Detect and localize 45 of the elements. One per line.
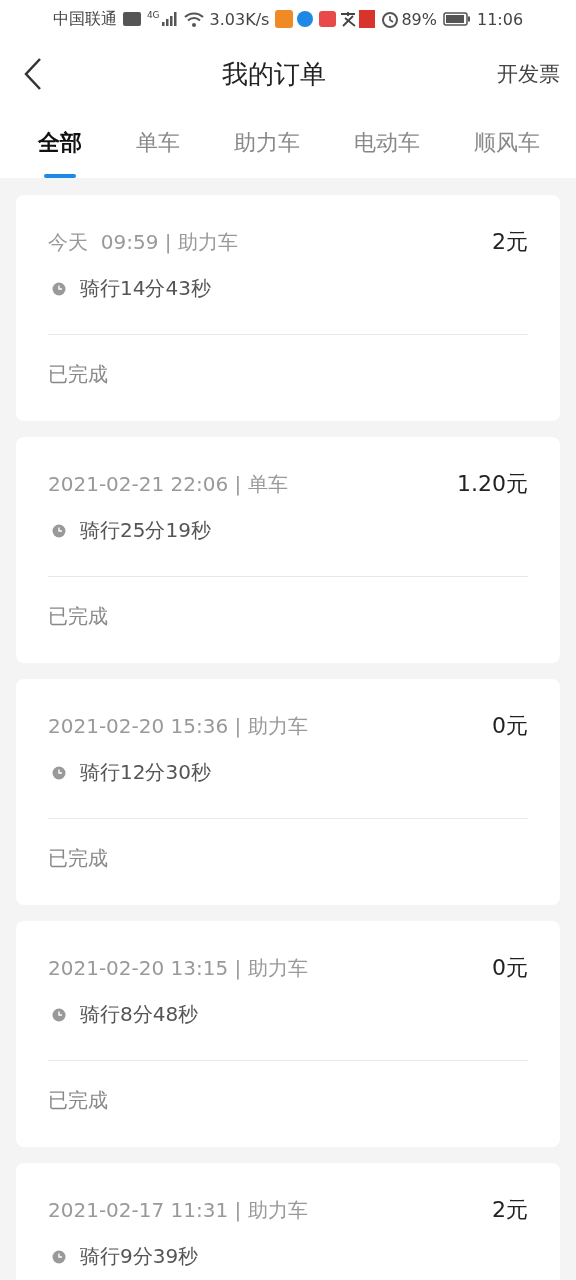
ride-duration: 骑行14分43秒 bbox=[80, 275, 211, 302]
order-status: 已完成 bbox=[48, 603, 109, 630]
order-price: 2元 bbox=[492, 228, 528, 256]
clock-icon bbox=[52, 1249, 66, 1264]
order-status: 已完成 bbox=[48, 845, 109, 872]
wifi-icon bbox=[183, 11, 204, 27]
order-tab[interactable]: 单车 bbox=[136, 110, 180, 178]
order-card[interactable]: 今天 09:59 | 助力车 2元 骑行14分43秒 已完成 bbox=[16, 195, 560, 421]
order-card[interactable]: 2021-02-20 13:15 | 助力车 0元 骑行8分48秒 已完成 bbox=[16, 921, 560, 1147]
order-tab[interactable]: 顺风车 bbox=[474, 110, 540, 178]
clock-icon bbox=[52, 765, 66, 780]
signal-icon bbox=[161, 12, 178, 26]
order-status: 已完成 bbox=[48, 1087, 109, 1114]
page-title: 我的订单 bbox=[220, 57, 327, 91]
alarm-icon bbox=[381, 10, 400, 28]
order-price: 0元 bbox=[492, 712, 528, 740]
order-card[interactable]: 2021-02-21 22:06 | 单车 1.20元 骑行25分19秒 已完成 bbox=[16, 437, 560, 663]
carrier-name: 中国联通 bbox=[52, 8, 117, 30]
order-time: 2021-02-20 13:15 | 助力车 bbox=[48, 954, 308, 982]
order-price: 1.20元 bbox=[457, 470, 528, 498]
order-tab[interactable]: 助力车 bbox=[234, 110, 300, 178]
clock-time: 11:06 bbox=[477, 9, 524, 29]
order-time: 2021-02-20 15:36 | 助力车 bbox=[48, 712, 308, 740]
battery-percent: 89% bbox=[401, 9, 437, 29]
order-status: 已完成 bbox=[48, 361, 109, 388]
clock-icon bbox=[52, 1007, 66, 1022]
order-card[interactable]: 2021-02-17 11:31 | 助力车 2元 骑行9分39秒 bbox=[16, 1163, 560, 1280]
order-tab[interactable]: 全部 bbox=[38, 110, 82, 178]
invoice-link[interactable]: 开发票 bbox=[497, 60, 560, 88]
order-card[interactable]: 2021-02-20 15:36 | 助力车 0元 骑行12分30秒 已完成 bbox=[16, 679, 560, 905]
ride-duration: 骑行9分39秒 bbox=[80, 1243, 199, 1270]
order-time: 今天 09:59 | 助力车 bbox=[48, 228, 238, 256]
clock-icon bbox=[52, 281, 66, 296]
ride-duration: 骑行8分48秒 bbox=[80, 1001, 199, 1028]
battery-icon bbox=[443, 12, 471, 26]
ride-duration: 骑行12分30秒 bbox=[80, 759, 211, 786]
network-type: 4G bbox=[146, 10, 160, 20]
order-price: 2元 bbox=[492, 1196, 528, 1224]
order-time: 2021-02-17 11:31 | 助力车 bbox=[48, 1196, 308, 1224]
ride-duration: 骑行25分19秒 bbox=[80, 517, 211, 544]
network-speed: 3.03K/s bbox=[209, 9, 270, 29]
order-price: 0元 bbox=[492, 954, 528, 982]
order-time: 2021-02-21 22:06 | 单车 bbox=[48, 470, 288, 498]
order-tab[interactable]: 电动车 bbox=[354, 110, 420, 178]
clock-icon bbox=[52, 523, 66, 538]
